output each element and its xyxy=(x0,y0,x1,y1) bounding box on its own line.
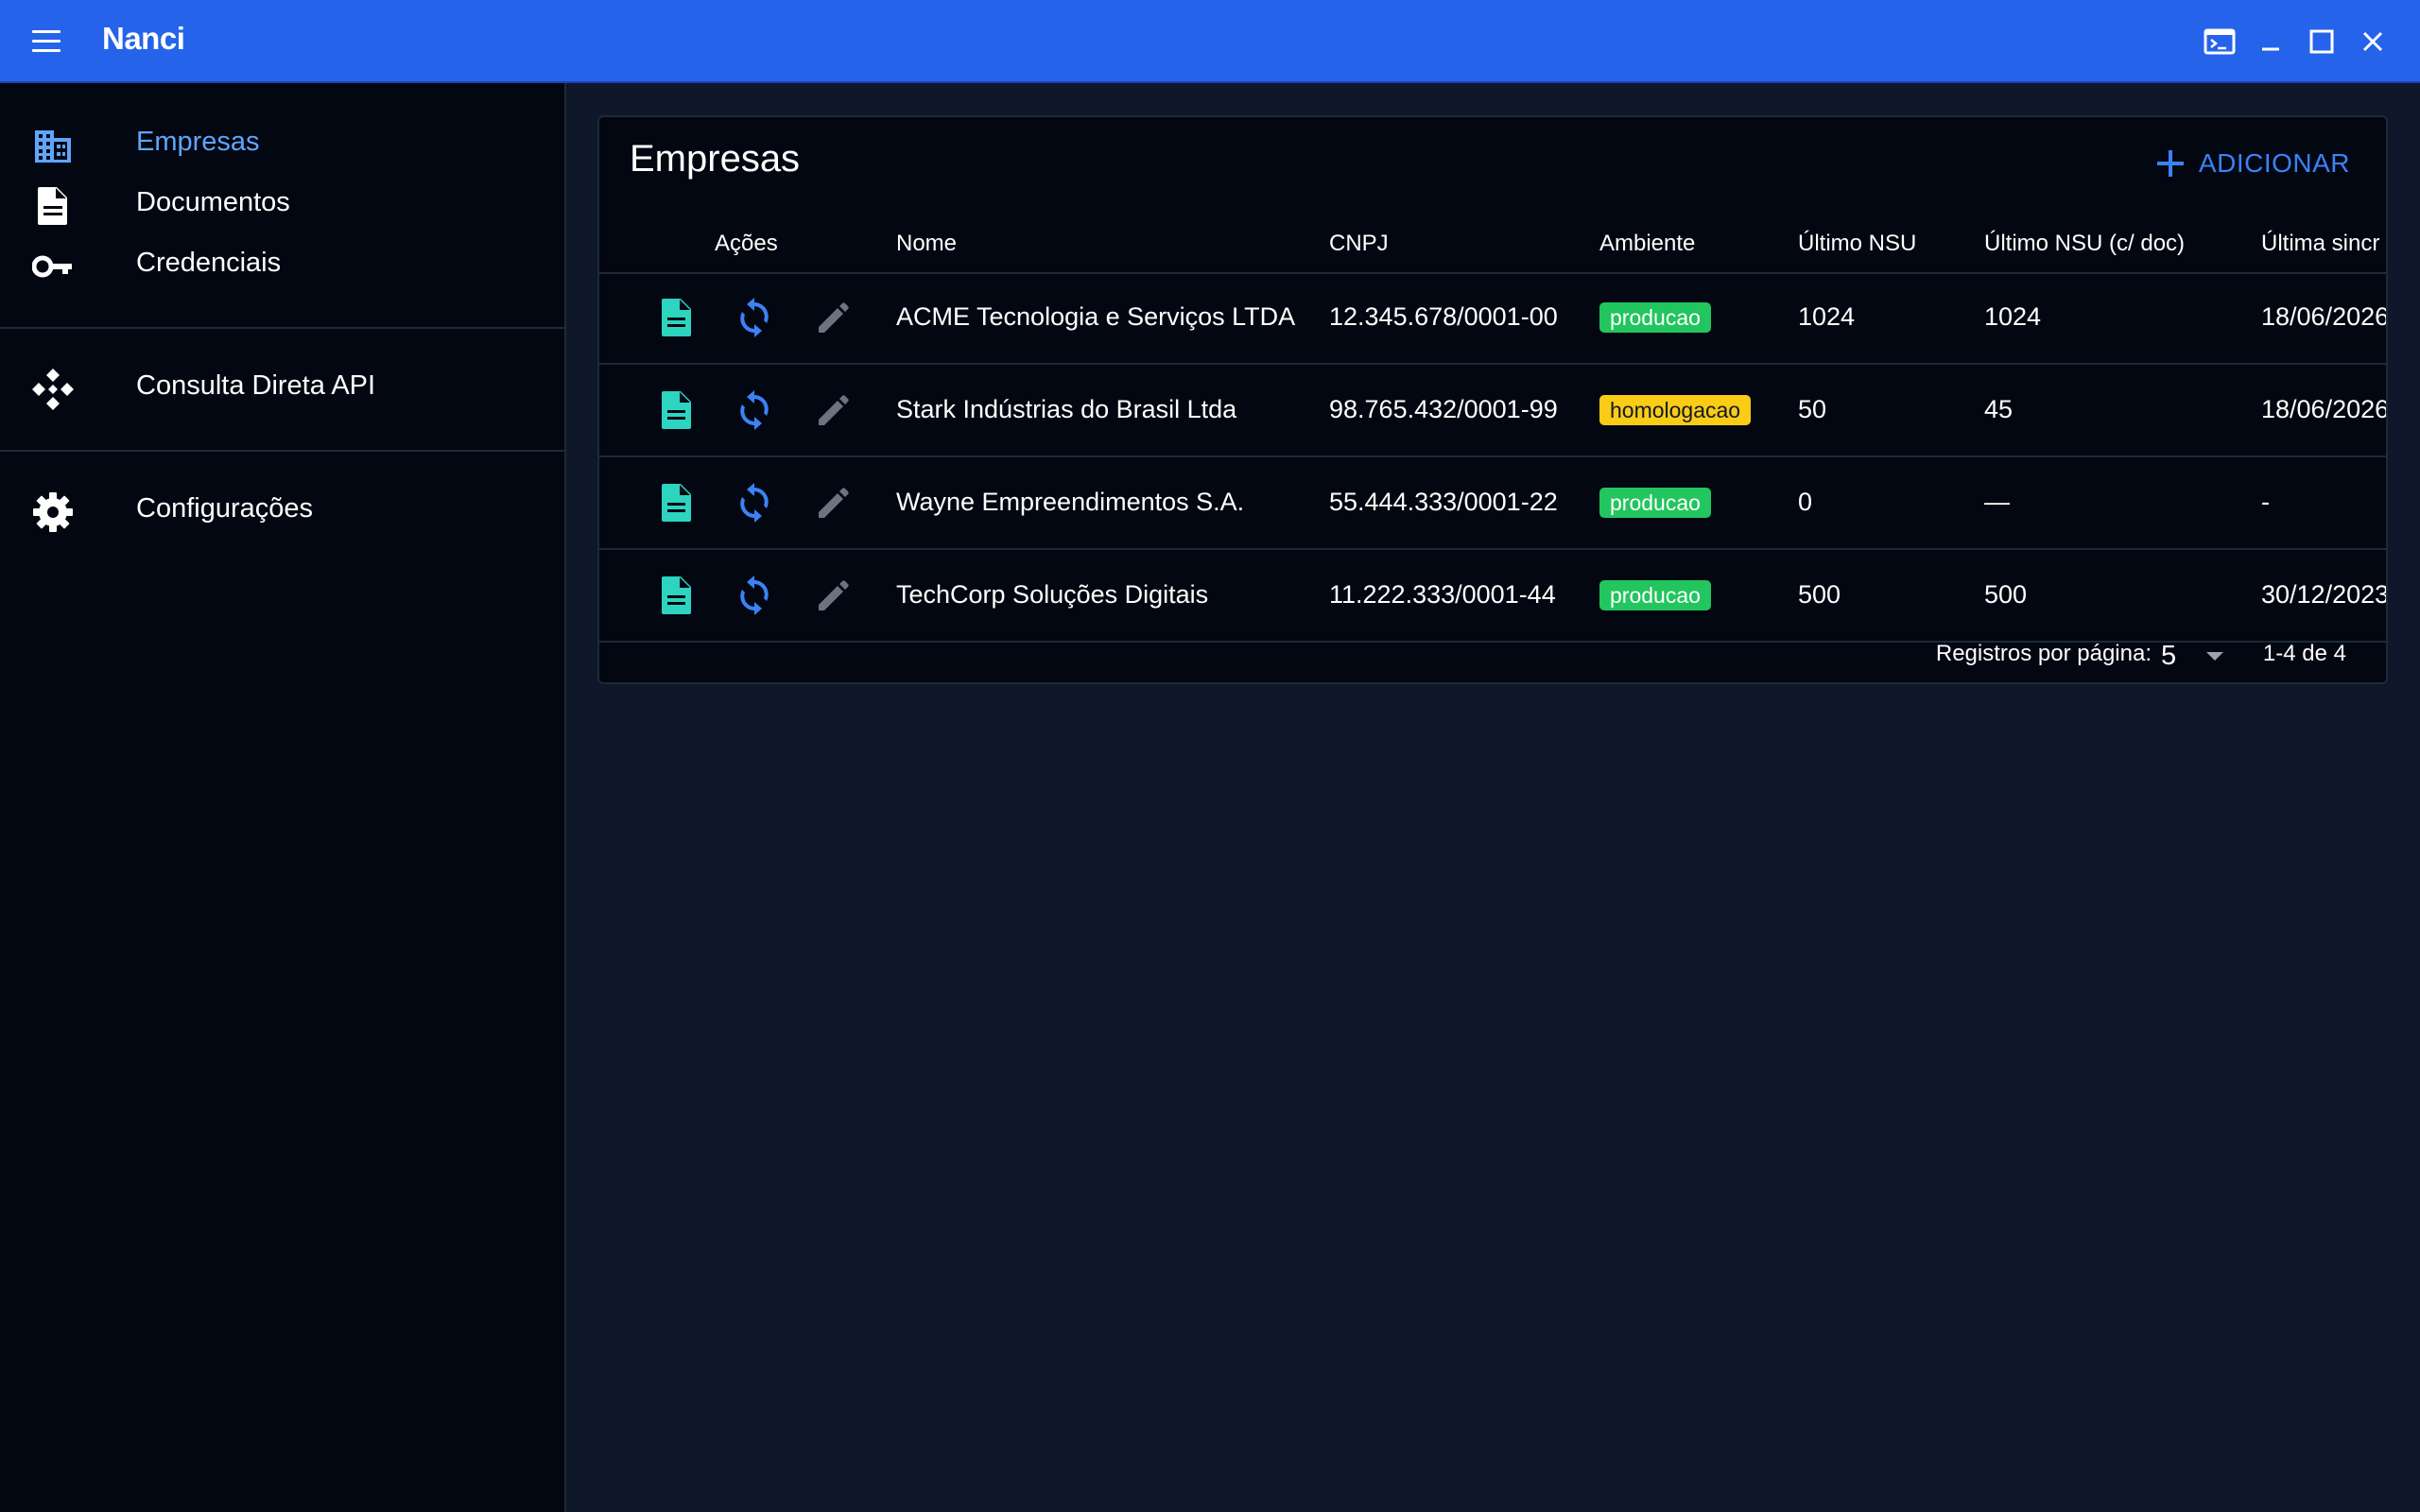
cell-ultimo-nsu: 1024 xyxy=(1798,302,1856,331)
terminal-icon[interactable] xyxy=(2199,21,2240,62)
document-icon xyxy=(32,185,74,227)
cell-ultima-sinc: 18/06/2026 xyxy=(2261,302,2388,331)
key-icon xyxy=(31,246,74,287)
column-header-acoes[interactable]: Ações xyxy=(715,231,778,257)
cell-ultima-sinc: 18/06/2026 xyxy=(2261,395,2388,423)
add-button[interactable]: ADICIONAR xyxy=(2155,142,2350,185)
page-title: Empresas xyxy=(630,138,801,180)
documents-action-icon[interactable] xyxy=(654,387,700,433)
cell-ultimo-nsu-doc: — xyxy=(1984,488,2010,516)
column-header-cnpj[interactable]: CNPJ xyxy=(1329,231,1389,257)
edit-action-icon[interactable] xyxy=(811,295,856,340)
sidebar-item-label: Credenciais xyxy=(136,248,282,278)
table-row[interactable]: ACME Tecnologia e Serviços LTDA 12.345.67… xyxy=(599,272,2386,365)
rows-per-page-label: Registros por página: xyxy=(1935,641,2152,666)
edit-action-icon[interactable] xyxy=(811,480,856,525)
table-row[interactable]: Stark Indústrias do Brasil Ltda 98.765.43… xyxy=(599,365,2386,457)
edit-action-icon[interactable] xyxy=(811,387,856,433)
sync-action-icon[interactable] xyxy=(732,295,777,340)
table-row[interactable]: Wayne Empreendimentos S.A. 55.444.333/000… xyxy=(599,457,2386,550)
ambiente-badge: producao xyxy=(1599,302,1711,333)
table-header: Ações Nome CNPJ Ambiente Último NSU Últi… xyxy=(599,210,2386,274)
plus-icon xyxy=(2156,150,2184,177)
column-header-nome[interactable]: Nome xyxy=(896,231,957,257)
gear-icon xyxy=(32,491,74,533)
cell-cnpj: 11.222.333/0001-44 xyxy=(1329,580,1556,609)
chevron-down-icon xyxy=(2206,652,2223,661)
cell-cnpj: 55.444.333/0001-22 xyxy=(1329,488,1558,516)
cell-cnpj: 98.765.432/0001-99 xyxy=(1329,395,1558,423)
app-title: Nanci xyxy=(102,21,185,56)
ambiente-badge: producao xyxy=(1599,488,1711,518)
maximize-icon[interactable] xyxy=(2301,21,2342,62)
column-header-ambiente[interactable]: Ambiente xyxy=(1599,231,1695,257)
sidebar-item-consulta-api[interactable]: Consulta Direta API xyxy=(0,359,564,412)
documents-action-icon[interactable] xyxy=(654,573,700,618)
rows-per-page-select[interactable]: 5 xyxy=(2161,635,2227,679)
sync-action-icon[interactable] xyxy=(732,573,777,618)
cell-cnpj: 12.345.678/0001-00 xyxy=(1329,302,1558,331)
close-icon[interactable] xyxy=(2352,21,2394,62)
divider xyxy=(0,327,564,329)
api-icon xyxy=(32,369,74,410)
rows-per-page-value: 5 xyxy=(2161,641,2177,671)
cell-nome: TechCorp Soluções Digitais xyxy=(896,580,1209,609)
menu-icon[interactable] xyxy=(28,25,66,59)
sidebar-item-label: Configurações xyxy=(136,493,313,524)
sync-action-icon[interactable] xyxy=(732,387,777,433)
cell-ultimo-nsu-doc: 45 xyxy=(1984,395,2014,423)
cell-ultimo-nsu: 500 xyxy=(1798,580,1841,609)
app-bar: Nanci xyxy=(0,0,2420,83)
cell-ultima-sinc: - xyxy=(2261,488,2270,516)
empresas-card: Empresas ADICIONAR Ações Nome CNPJ Ambie… xyxy=(597,115,2388,684)
ambiente-badge: homologacao xyxy=(1599,395,1752,425)
sidebar-item-label: Empresas xyxy=(136,127,260,157)
column-header-ultimo-nsu[interactable]: Último NSU xyxy=(1798,231,1916,257)
minimize-icon[interactable] xyxy=(2250,21,2291,62)
column-header-ultima-sinc[interactable]: Última sincr xyxy=(2261,231,2379,257)
cell-nome: Stark Indústrias do Brasil Ltda xyxy=(896,395,1237,423)
add-button-label: ADICIONAR xyxy=(2198,148,2350,178)
ambiente-badge: producao xyxy=(1599,580,1711,610)
cell-ultimo-nsu: 0 xyxy=(1798,488,1813,516)
cell-ultimo-nsu-doc: 500 xyxy=(1984,580,2028,609)
pagination-range: 1-4 de 4 xyxy=(2262,641,2346,666)
cell-nome: Wayne Empreendimentos S.A. xyxy=(896,488,1245,516)
cell-ultimo-nsu-doc: 1024 xyxy=(1984,302,2042,331)
documents-action-icon[interactable] xyxy=(654,295,700,340)
documents-action-icon[interactable] xyxy=(654,480,700,525)
building-icon xyxy=(32,125,74,166)
sidebar-item-credenciais[interactable]: Credenciais xyxy=(0,236,564,289)
sidebar-item-label: Documentos xyxy=(136,187,290,217)
edit-action-icon[interactable] xyxy=(811,573,856,618)
cell-nome: ACME Tecnologia e Serviços LTDA xyxy=(896,302,1296,331)
table-row[interactable]: TechCorp Soluções Digitais 11.222.333/000… xyxy=(599,550,2386,643)
sidebar-item-label: Consulta Direta API xyxy=(136,370,376,401)
table-pagination: Registros por página: 5 1-4 de 4 xyxy=(599,641,2386,682)
cell-ultima-sinc: 30/12/2023 xyxy=(2261,580,2388,609)
sidebar-item-documentos[interactable]: Documentos xyxy=(0,176,564,229)
sync-action-icon[interactable] xyxy=(732,480,777,525)
sidebar-item-empresas[interactable]: Empresas xyxy=(0,115,564,168)
divider xyxy=(0,450,564,452)
cell-ultimo-nsu: 50 xyxy=(1798,395,1827,423)
column-header-ultimo-nsu-doc[interactable]: Último NSU (c/ doc) xyxy=(1984,231,2185,257)
sidebar: Empresas Documentos Credenciais Consulta… xyxy=(0,83,566,1512)
sidebar-item-configuracoes[interactable]: Configurações xyxy=(0,482,564,535)
